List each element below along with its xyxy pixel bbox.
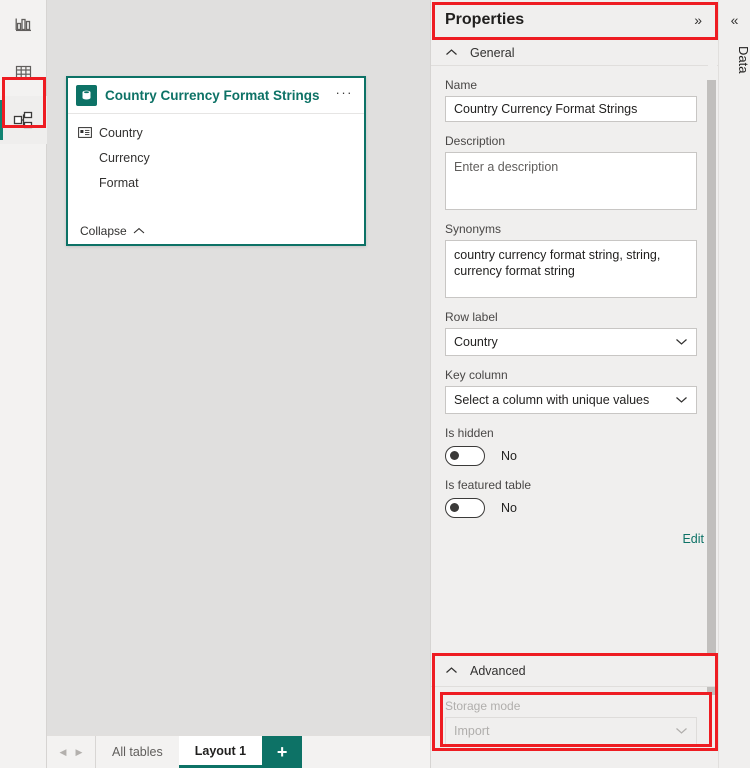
advanced-section: Advanced Storage mode Import (431, 655, 718, 745)
table-field-country[interactable]: Country (68, 120, 364, 145)
table-database-icon (76, 85, 97, 106)
sidebar-item-report-view[interactable] (0, 0, 47, 48)
section-header-general[interactable]: General (431, 40, 718, 66)
sidebar-item-data-view[interactable] (0, 48, 47, 96)
edit-link-row: Edit (445, 532, 704, 546)
is-featured-table-value: No (501, 501, 517, 515)
storage-mode-label: Storage mode (445, 699, 521, 713)
table-card-title: Country Currency Format Strings (105, 88, 320, 103)
table-field-currency[interactable]: Currency (68, 145, 364, 170)
chevron-down-icon (675, 335, 688, 349)
sidebar-item-model-view[interactable] (0, 96, 47, 144)
collapse-label: Collapse (80, 224, 127, 238)
data-pane-label[interactable]: Data (719, 46, 750, 73)
synonyms-label: Synonyms (445, 222, 502, 236)
synonyms-input[interactable]: country currency format string, string, … (445, 240, 697, 298)
is-hidden-value: No (501, 449, 517, 463)
properties-header: Properties » (431, 0, 718, 40)
properties-pane: Properties » General Name Country Curren… (430, 0, 718, 768)
is-featured-table-row: No (445, 498, 704, 518)
toggle-knob (450, 503, 459, 512)
edit-link[interactable]: Edit (682, 532, 704, 546)
is-hidden-row: No (445, 446, 704, 466)
table-grid-icon (13, 62, 34, 83)
is-featured-table-toggle[interactable] (445, 498, 485, 518)
chevron-down-icon (675, 724, 688, 738)
tab-scroll-arrows: ◀ ▶ (47, 736, 96, 768)
key-column-label: Key column (445, 368, 508, 382)
toggle-knob (450, 451, 459, 460)
chevron-up-icon (445, 46, 458, 60)
row-label-dropdown[interactable]: Country (445, 328, 697, 356)
tab-next-arrow-icon[interactable]: ▶ (71, 747, 87, 758)
storage-mode-value: Import (454, 724, 490, 738)
chevron-up-icon (133, 224, 145, 238)
chevron-up-icon (445, 664, 458, 678)
data-pane-rail: « Data (718, 0, 750, 768)
tab-prev-arrow-icon[interactable]: ◀ (55, 747, 71, 758)
description-label: Description (445, 134, 506, 148)
add-layout-button[interactable]: + (262, 736, 303, 768)
table-card-more-menu-icon[interactable]: ··· (333, 86, 357, 104)
storage-mode-dropdown: Import (445, 717, 697, 745)
general-section-body: Name Country Currency Format Strings Des… (431, 78, 718, 546)
collapse-data-pane-icon[interactable]: « (719, 0, 750, 40)
model-relationship-icon (12, 109, 35, 132)
name-input[interactable]: Country Currency Format Strings (445, 96, 697, 122)
description-input[interactable]: Enter a description (445, 152, 697, 210)
chevron-down-icon (675, 393, 688, 407)
properties-scrollbar-thumb[interactable] (707, 80, 716, 695)
table-card-field-list: Country Currency Format (68, 114, 364, 195)
power-bi-model-view-window: Country Currency Format Strings ··· Coun… (0, 0, 750, 768)
table-field-label: Currency (99, 150, 150, 165)
view-switcher-rail (0, 0, 47, 768)
is-hidden-toggle[interactable] (445, 446, 485, 466)
name-label: Name (445, 78, 478, 92)
key-column-value: Select a column with unique values (454, 393, 650, 407)
row-label-label: Row label (445, 310, 498, 324)
expand-pane-icon[interactable]: » (690, 10, 706, 30)
advanced-section-body: Storage mode Import (431, 699, 718, 745)
table-field-label: Country (99, 125, 143, 140)
key-column-dropdown[interactable]: Select a column with unique values (445, 386, 697, 414)
bar-chart-icon (13, 14, 34, 35)
row-label-value: Country (454, 335, 498, 349)
table-card-country-currency-format-strings[interactable]: Country Currency Format Strings ··· Coun… (66, 76, 366, 246)
is-featured-table-label: Is featured table (445, 478, 532, 492)
properties-scrollbar-track[interactable] (707, 40, 717, 695)
section-label: General (470, 45, 515, 60)
table-card-collapse-button[interactable]: Collapse (68, 218, 364, 244)
section-header-advanced[interactable]: Advanced (431, 655, 718, 687)
layout-tab-bar: ◀ ▶ All tables Layout 1 + (47, 735, 430, 768)
section-label: Advanced (470, 663, 526, 678)
table-field-format[interactable]: Format (68, 170, 364, 195)
row-label-card-icon (78, 125, 93, 140)
table-card-header[interactable]: Country Currency Format Strings ··· (68, 78, 364, 114)
tab-all-tables[interactable]: All tables (96, 736, 179, 768)
table-field-label: Format (99, 175, 139, 190)
page-title: Properties (445, 11, 525, 28)
tab-layout-1[interactable]: Layout 1 (178, 736, 263, 768)
is-hidden-label: Is hidden (445, 426, 494, 440)
